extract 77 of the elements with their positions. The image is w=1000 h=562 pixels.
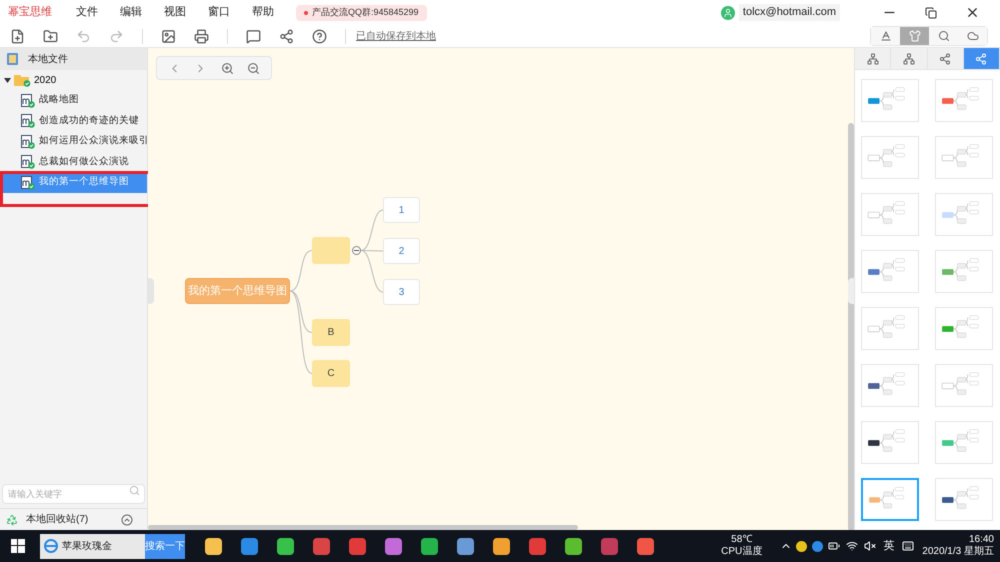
mindmap-file-icon	[21, 94, 35, 108]
layout-tab[interactable]	[855, 48, 892, 69]
collapse-icon[interactable]	[121, 514, 133, 526]
search-tab[interactable]	[929, 27, 958, 45]
layout-icon[interactable]	[939, 52, 952, 64]
zoom-out-icon[interactable]	[247, 62, 260, 74]
save-status-link[interactable]: 已自动保存到本地	[356, 28, 436, 44]
left-collapse-handle[interactable]	[148, 278, 154, 304]
mindmap-file-icon	[21, 134, 35, 148]
file-item[interactable]: 创造成功的奇迹的关键	[0, 111, 147, 131]
subtopic-node[interactable]: 1	[383, 197, 420, 223]
theme-thumbnail[interactable]	[861, 478, 919, 521]
layout-tab[interactable]	[928, 48, 964, 69]
menu-item[interactable]: 窗口	[208, 4, 230, 21]
topic-node[interactable]	[312, 237, 350, 264]
file-item[interactable]: 如何运用公众演说来吸引	[0, 132, 147, 152]
cpu-temperature: 58℃	[731, 534, 752, 546]
vertical-scrollbar[interactable]	[848, 123, 854, 530]
cloud-icon[interactable]	[966, 30, 978, 42]
muted-speaker-icon[interactable]	[864, 540, 876, 552]
menu-item[interactable]: 帮助	[252, 4, 274, 21]
file-item[interactable]: 总裁如何做公众演说	[0, 152, 147, 172]
taskbar-search-field[interactable]: 苹果玫瑰金	[40, 534, 145, 558]
app-logo: 幂宝思维	[8, 4, 52, 20]
caret-icon[interactable]	[4, 76, 11, 84]
text-style-tab[interactable]	[871, 27, 900, 45]
mindmap-file-icon	[21, 155, 35, 169]
layout-icon[interactable]	[866, 52, 879, 64]
battery-icon[interactable]	[828, 540, 840, 552]
tray-app-icon[interactable]	[796, 540, 808, 552]
folder-item[interactable]: 2020	[0, 70, 147, 90]
folder-icon	[14, 73, 31, 87]
clock-date: 2020/1/3 星期五	[922, 546, 994, 558]
layout-icon[interactable]	[975, 52, 988, 64]
layout-tab[interactable]	[891, 48, 928, 69]
tray-app-icon[interactable]	[812, 540, 824, 552]
clock-time: 16:40	[968, 534, 994, 546]
browser-icon	[44, 539, 58, 553]
input-mode-icon[interactable]	[902, 540, 914, 552]
notice-badge[interactable]: 产品交流QQ群:945845299	[296, 4, 427, 20]
right-collapse-handle[interactable]	[848, 278, 854, 304]
windows-start-icon[interactable]	[11, 539, 25, 553]
topic-node[interactable]: C	[312, 360, 350, 387]
file-item[interactable]: 战略地图	[0, 90, 147, 110]
topic-node[interactable]: B	[312, 319, 350, 346]
restore-button[interactable]	[925, 6, 937, 18]
account-email[interactable]: tolcx@hotmail.com	[738, 4, 840, 21]
layout-icon[interactable]	[902, 52, 915, 64]
text-style-icon[interactable]	[880, 30, 892, 42]
comment-icon[interactable]	[246, 28, 261, 44]
image-icon[interactable]	[161, 28, 176, 44]
recycle-bin-label[interactable]: 本地回收站(7)	[26, 512, 88, 527]
menu-item[interactable]: 编辑	[120, 4, 142, 21]
zoom-in-icon[interactable]	[220, 62, 234, 74]
horizontal-scrollbar[interactable]	[148, 525, 578, 530]
mindmap-file-icon	[21, 114, 35, 128]
subtopic-node[interactable]: 3	[383, 279, 420, 305]
folder-label: 2020	[34, 74, 56, 88]
recycle-icon	[6, 514, 18, 526]
input-language[interactable]: 英	[883, 538, 894, 554]
cpu-label: CPU温度	[721, 546, 762, 558]
mindmap-file-icon	[21, 176, 35, 190]
printer-icon[interactable]	[194, 28, 209, 44]
subtopic-node[interactable]: 2	[383, 238, 420, 264]
layout-tab[interactable]	[964, 48, 1000, 69]
search-icon[interactable]	[938, 30, 950, 42]
cloud-tab[interactable]	[958, 27, 987, 45]
menu-item[interactable]: 视图	[164, 4, 186, 21]
help-icon[interactable]	[312, 28, 327, 44]
new-folder-icon[interactable]	[43, 28, 58, 44]
menu-item[interactable]: 文件	[76, 4, 98, 21]
sidebar-title: 本地文件	[28, 52, 68, 66]
search-field[interactable]: 请输入关键字	[2, 484, 145, 504]
new-file-icon[interactable]	[10, 28, 25, 44]
close-button[interactable]	[965, 5, 980, 20]
local-files-icon	[6, 52, 20, 66]
share-icon[interactable]	[279, 28, 294, 44]
